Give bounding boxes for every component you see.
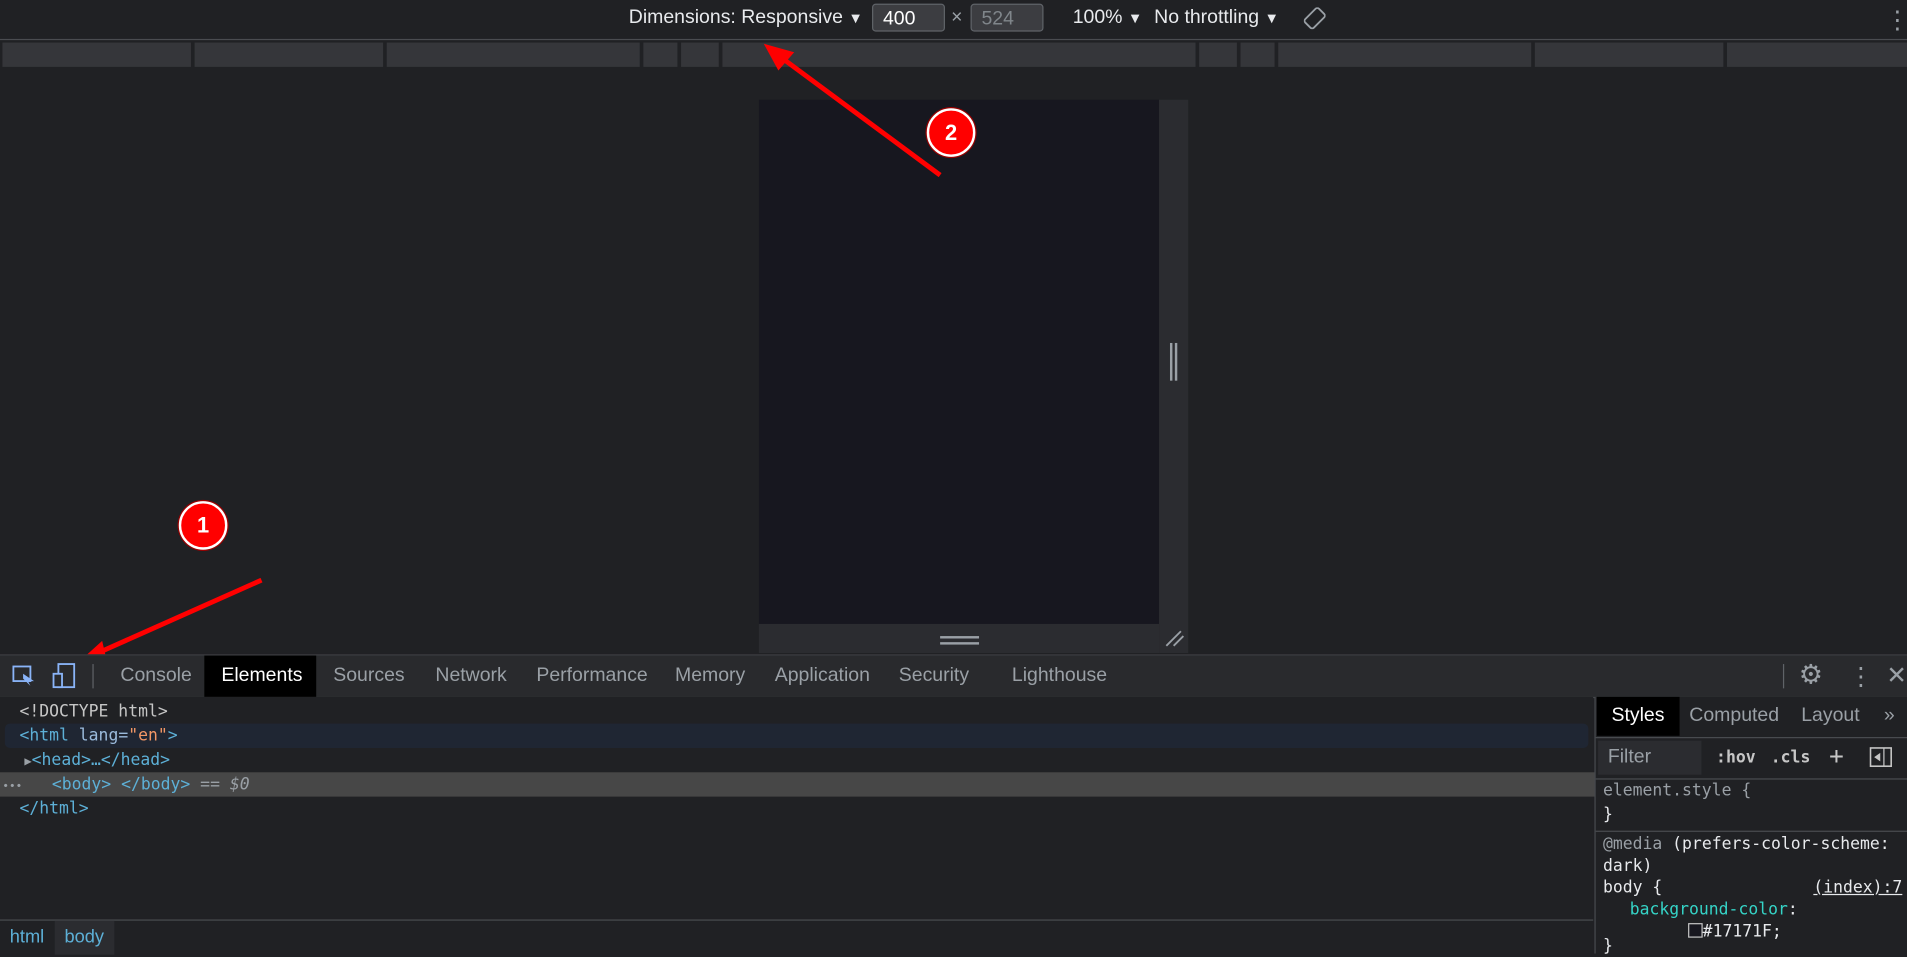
head-tag: <head>…</head> [31,750,171,770]
device-toolbar-icon[interactable] [52,663,76,690]
more-tabs-icon[interactable]: » [1869,697,1907,736]
devtools-tab-bar: Console Elements Sources Network Perform… [0,654,1907,699]
css-declaration[interactable]: background-color: [1630,899,1798,921]
dom-doctype[interactable]: <!DOCTYPE html> [0,699,1613,723]
more-options-icon[interactable]: ⋮ [1849,662,1873,692]
tab-application[interactable]: Application [758,656,887,697]
inspect-element-icon[interactable] [12,665,36,687]
expand-triangle-icon[interactable]: ▶ [24,755,31,768]
body-selector[interactable]: body { [1603,877,1662,899]
close-brace: } [1602,805,1613,825]
styles-filter-input[interactable]: Filter [1598,740,1702,775]
css-value[interactable]: #17171F; [1688,921,1782,943]
dom-html-close[interactable]: </html> [0,797,1613,821]
media-rule: @media (prefers-color-scheme: [1603,833,1890,855]
breadcrumb-body[interactable]: body [54,920,114,955]
elements-dom-tree: <!DOCTYPE html> <html lang="en"> ▶<head>… [0,696,1596,919]
lang-attr: lang [78,726,119,746]
breadcrumb: html body [0,919,1594,955]
tab-elements[interactable]: Elements [204,655,317,697]
color-value: #17171F; [1702,921,1782,942]
css-property: background-color [1629,899,1788,920]
media-at: @media [1602,834,1663,854]
source-link[interactable]: (index):7 [1813,877,1902,899]
html-tag: <html [19,726,69,746]
tab-computed[interactable]: Computed [1675,697,1794,736]
selected-marker: == $0 [200,774,250,795]
colon: : [1787,899,1798,920]
media-query-cont: dark) [1602,856,1653,876]
tab-lighthouse[interactable]: Lighthouse [995,656,1124,697]
element-style-rule[interactable]: element.style { [1603,780,1751,802]
cls-button[interactable]: .cls [1771,748,1811,767]
devtools-window: Dimensions: Responsive ▼ 400 × 524 100% … [0,0,1907,956]
tab-performance[interactable]: Performance [519,656,664,697]
html-close-tag: </html> [19,799,89,819]
toggle-sidebar-icon[interactable] [1869,747,1893,769]
body-tag: <body> </body> [51,774,191,795]
tab-sources[interactable]: Sources [316,656,421,697]
element-style-selector: element.style { [1602,780,1752,801]
color-swatch-icon[interactable] [1688,923,1703,938]
dom-body-node[interactable]: ••• <body> </body> == $0 [0,772,1596,797]
add-rule-icon[interactable]: + [1829,741,1844,770]
dom-html-node[interactable]: <html lang="en"> [4,723,1589,748]
tab-memory[interactable]: Memory [658,656,762,697]
tab-console[interactable]: Console [103,656,208,697]
breadcrumb-html[interactable]: html [0,921,54,955]
tab-styles[interactable]: Styles [1596,696,1680,736]
media-query: (prefers-color-scheme: [1662,834,1890,854]
settings-gear-icon[interactable]: ⚙ [1799,659,1823,691]
tab-layout[interactable]: Layout [1787,697,1875,736]
tab-network[interactable]: Network [418,656,523,697]
annotation-badge-2: 2 [926,108,976,157]
styles-pane: Styles Computed Layout » Filter :hov .cl… [1594,696,1907,956]
close-icon[interactable]: ✕ [1886,660,1906,690]
lang-value: "en" [128,726,168,746]
annotation-badge-1: 1 [178,501,228,550]
hov-button[interactable]: :hov [1716,748,1756,767]
dom-head-node[interactable]: ▶<head>…</head> [0,748,1618,772]
tag-close: > [167,726,178,746]
tab-security[interactable]: Security [882,656,986,697]
dots-icon[interactable]: ••• [2,781,22,793]
